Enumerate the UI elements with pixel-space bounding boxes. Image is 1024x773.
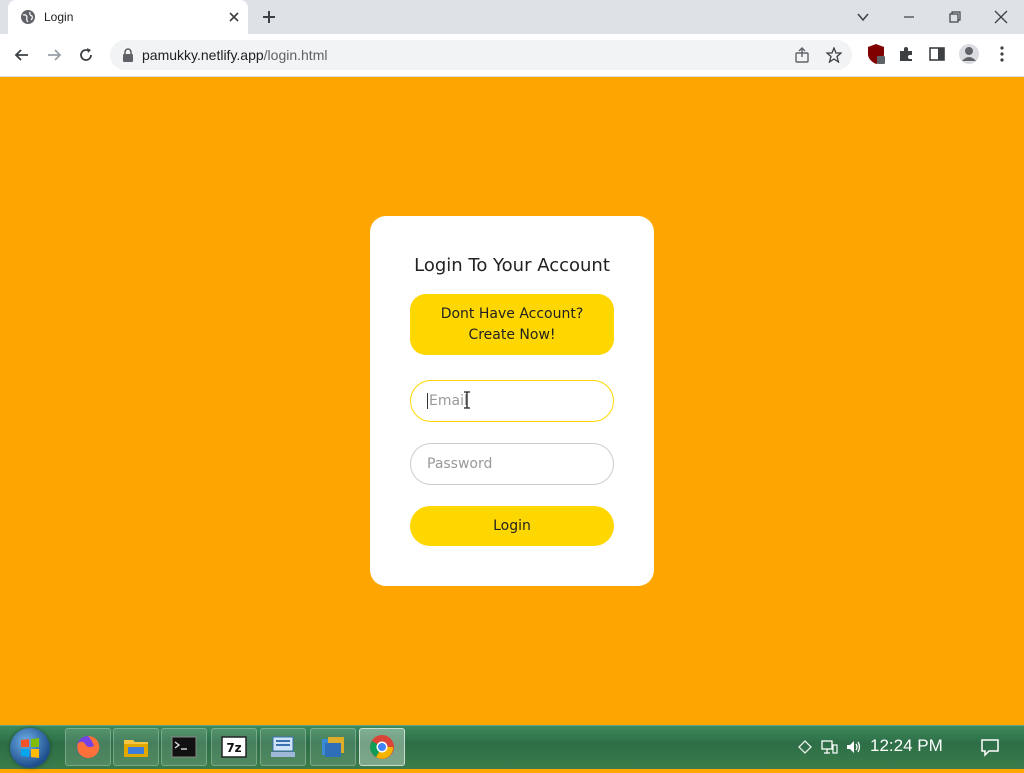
- chrome-icon: [370, 735, 394, 759]
- tab-search-button[interactable]: [840, 0, 886, 34]
- start-button[interactable]: [10, 728, 50, 768]
- tab-login[interactable]: Login: [8, 0, 248, 34]
- taskbar: 7z 12:24 PM: [0, 725, 1024, 769]
- reload-button[interactable]: [73, 42, 99, 68]
- arrow-right-icon: [48, 49, 62, 61]
- globe-icon: [21, 10, 35, 24]
- notification-icon[interactable]: [980, 737, 1000, 757]
- tab-title: Login: [44, 10, 74, 24]
- svg-text:7z: 7z: [226, 741, 241, 755]
- url-path: /login.html: [263, 47, 328, 63]
- shield-icon: [868, 44, 885, 64]
- login-card: Login To Your Account Dont Have Account?…: [370, 216, 654, 586]
- new-tab-button[interactable]: [260, 8, 278, 26]
- restore-button[interactable]: [932, 0, 978, 34]
- minimize-icon: [904, 16, 914, 18]
- taskbar-file-explorer[interactable]: [113, 728, 159, 766]
- remote-desktop-icon: [271, 736, 295, 757]
- extensions-button[interactable]: [894, 42, 918, 66]
- side-panel-button[interactable]: [925, 42, 949, 66]
- url-text[interactable]: pamukky.netlify.app/login.html: [142, 47, 327, 63]
- profile-button[interactable]: [957, 42, 981, 66]
- star-icon: [826, 47, 842, 63]
- create-account-line2: Create Now!: [468, 327, 556, 343]
- forward-button[interactable]: [41, 42, 67, 68]
- taskbar-folder-app[interactable]: [310, 728, 356, 766]
- system-clock[interactable]: 12:24 PM: [870, 736, 943, 756]
- back-button[interactable]: [9, 42, 35, 68]
- url-host: pamukky.netlify.app: [142, 47, 264, 63]
- bookmark-button[interactable]: [824, 45, 844, 65]
- tray-volume[interactable]: [845, 738, 863, 756]
- login-button[interactable]: Login: [410, 506, 614, 546]
- text-cursor-icon: [464, 391, 470, 409]
- minimize-button[interactable]: [886, 0, 932, 34]
- 7zip-icon: 7z: [221, 736, 247, 758]
- close-icon[interactable]: [226, 9, 242, 25]
- firefox-icon: [77, 735, 100, 758]
- email-field[interactable]: Email: [410, 380, 614, 422]
- lock-icon[interactable]: [122, 48, 134, 62]
- taskbar-remote-desktop[interactable]: [260, 728, 306, 766]
- text-caret: [427, 393, 428, 409]
- ublock-extension-button[interactable]: [864, 42, 888, 66]
- close-icon: [994, 10, 1008, 24]
- chevron-down-icon: [857, 13, 869, 22]
- puzzle-icon: [900, 47, 912, 61]
- more-vertical-icon: [1000, 46, 1004, 62]
- share-button[interactable]: [792, 45, 812, 65]
- create-account-line1: Dont Have Account?: [440, 306, 584, 322]
- taskbar-chrome[interactable]: [359, 728, 405, 766]
- network-icon: [821, 740, 838, 754]
- browser-toolbar: pamukky.netlify.app/login.html: [0, 34, 1024, 77]
- reload-icon: [80, 48, 92, 61]
- taskbar-terminal[interactable]: [161, 728, 207, 766]
- arrow-left-icon: [14, 49, 28, 61]
- windows-logo-icon: [21, 738, 39, 758]
- share-icon: [795, 47, 809, 63]
- avatar-icon: [959, 44, 979, 64]
- menu-button[interactable]: [990, 42, 1014, 66]
- page-title: Login To Your Account: [414, 255, 610, 276]
- tray-network[interactable]: [821, 738, 839, 756]
- taskbar-firefox[interactable]: [65, 728, 111, 766]
- tab-strip: Login: [0, 0, 1024, 34]
- sidebar-icon: [929, 47, 945, 61]
- speaker-icon: [847, 741, 861, 753]
- window-close-button[interactable]: [978, 0, 1024, 34]
- page-viewport: Login To Your Account Dont Have Account?…: [0, 77, 1024, 725]
- tray-network-adapter[interactable]: [796, 738, 814, 756]
- create-account-button[interactable]: Dont Have Account? Create Now!: [410, 294, 614, 355]
- password-placeholder: Password: [427, 456, 493, 472]
- diamond-icon: [798, 740, 812, 754]
- address-bar[interactable]: pamukky.netlify.app/login.html: [110, 40, 852, 70]
- terminal-icon: [171, 736, 197, 758]
- folder-icon: [322, 737, 344, 757]
- file-explorer-icon: [124, 740, 148, 757]
- taskbar-7zip[interactable]: 7z: [211, 728, 257, 766]
- password-field[interactable]: Password: [410, 443, 614, 485]
- restore-icon: [949, 11, 961, 23]
